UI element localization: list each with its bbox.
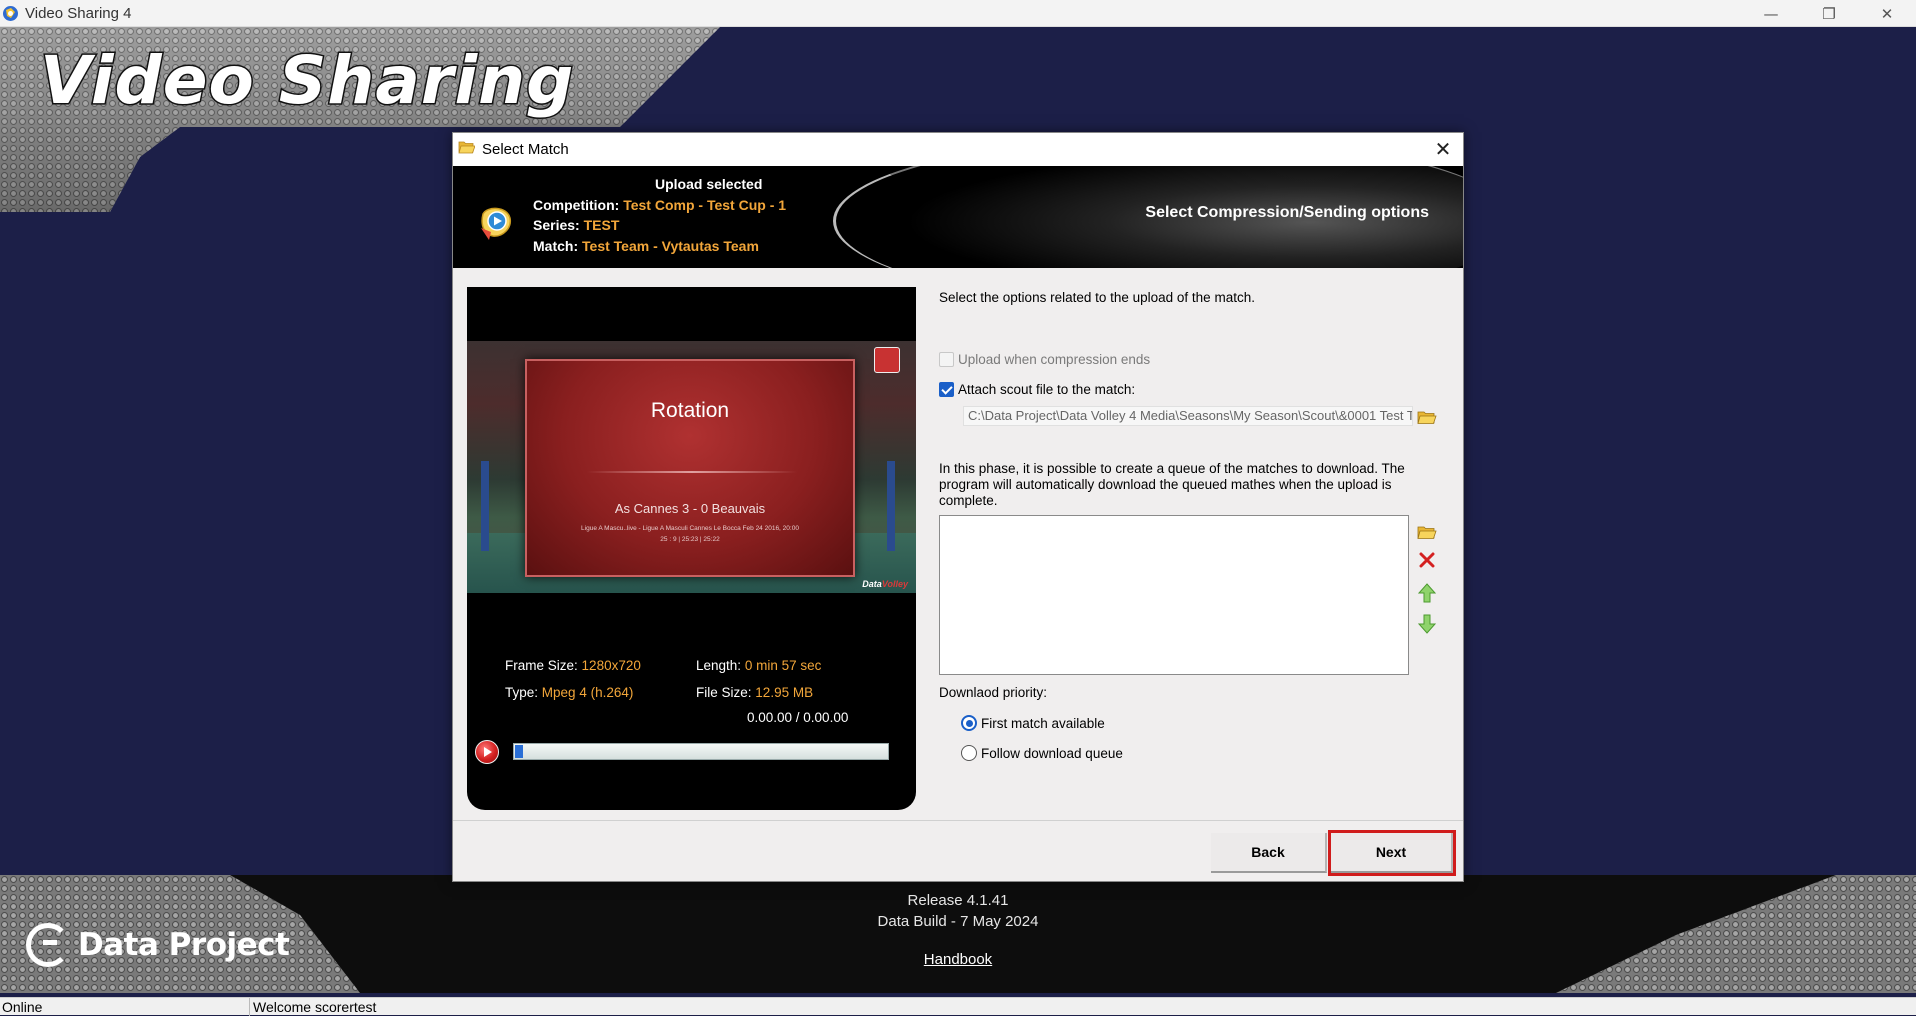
competition-value: Test Comp - Test Cup - 1 xyxy=(623,196,787,213)
upload-when-compression-ends-checkbox[interactable] xyxy=(939,352,954,367)
download-priority-label: Downlaod priority: xyxy=(939,685,1048,700)
datavolley-watermark: DataVolley xyxy=(862,579,908,589)
step-title: Select Compression/Sending options xyxy=(1145,204,1429,221)
first-match-available-label: First match available xyxy=(981,716,1105,731)
card-subtitle-line-1: Ligue A Mascu..live - Ligue A Masculi Ca… xyxy=(581,525,799,532)
series-row: Series: TEST xyxy=(533,215,786,236)
add-to-queue-button[interactable] xyxy=(1416,521,1438,543)
upload-when-compression-ends-label: Upload when compression ends xyxy=(958,352,1151,367)
match-value: Test Team - Vytautas Team xyxy=(582,237,759,254)
type-value: Mpeg 4 (h.264) xyxy=(541,685,634,700)
playback-time: 0.00.00 / 0.00.00 xyxy=(747,710,849,725)
dialog-footer-divider xyxy=(453,820,1463,821)
back-button[interactable]: Back xyxy=(1211,833,1327,873)
queue-description: In this phase, it is possible to create … xyxy=(939,461,1405,508)
net-pole-right xyxy=(887,461,895,551)
remove-from-queue-button[interactable] xyxy=(1416,549,1438,571)
length-label: Length: xyxy=(696,658,742,673)
upload-selected-label: Upload selected xyxy=(655,176,763,192)
video-thumbnail[interactable]: Rotation As Cannes 3 - 0 Beauvais Ligue … xyxy=(467,341,916,593)
move-down-button[interactable] xyxy=(1416,613,1438,635)
delete-x-icon xyxy=(1419,552,1435,568)
file-size-label: File Size: xyxy=(696,685,752,700)
card-divider xyxy=(587,471,797,473)
company-logo-icon xyxy=(26,923,70,967)
match-info: Upload selected Competition: Test Comp -… xyxy=(533,174,786,256)
arrow-down-icon xyxy=(1418,614,1436,634)
volleyball-badge-icon xyxy=(874,347,900,373)
watermark-part-b: Volley xyxy=(881,579,908,589)
arrow-up-icon xyxy=(1418,583,1436,603)
type-info: Type: Mpeg 4 (h.264) xyxy=(505,685,633,700)
follow-download-queue-label: Follow download queue xyxy=(981,746,1123,761)
status-separator xyxy=(249,998,250,1016)
app-logo: Video Sharing xyxy=(38,41,575,121)
handbook-link[interactable]: Handbook xyxy=(924,949,992,970)
playback-progress-bar[interactable] xyxy=(513,743,889,760)
follow-download-queue-radio[interactable] xyxy=(961,745,977,761)
frame-size-label: Frame Size: xyxy=(505,658,578,673)
file-size-value: 12.95 MB xyxy=(755,685,814,700)
company-logo: Data Project xyxy=(26,923,290,967)
file-size-info: File Size: 12.95 MB xyxy=(696,685,813,700)
release-info: Release 4.1.41 Data Build - 7 May 2024 H… xyxy=(858,890,1058,970)
match-label: Match: xyxy=(533,237,579,254)
dialog-header: Upload selected Competition: Test Comp -… xyxy=(453,166,1463,268)
connection-status: Online xyxy=(2,999,43,1015)
folder-open-icon xyxy=(458,141,475,154)
options-intro: Select the options related to the upload… xyxy=(939,290,1255,305)
move-up-button[interactable] xyxy=(1416,582,1438,604)
dialog-title: Select Match xyxy=(482,141,569,158)
select-match-dialog: Select Match ✕ Upload selected Competiti… xyxy=(452,132,1464,882)
browse-scout-file-folder-icon[interactable] xyxy=(1417,409,1437,425)
first-match-available-radio[interactable] xyxy=(961,715,977,731)
window-titlebar: Video Sharing 4 — ❐ ✕ xyxy=(0,0,1916,27)
data-build: Data Build - 7 May 2024 xyxy=(877,913,1039,930)
competition-label: Competition: xyxy=(533,196,620,213)
card-title: Rotation xyxy=(650,399,730,422)
carbon-footer-right xyxy=(1556,875,1916,993)
video-preview-panel: Rotation As Cannes 3 - 0 Beauvais Ligue … xyxy=(467,287,916,810)
minimize-button[interactable]: — xyxy=(1742,0,1800,27)
footer: Data Project Release 4.1.41 Data Build -… xyxy=(0,875,1916,993)
competition-row: Competition: Test Comp - Test Cup - 1 xyxy=(533,195,786,216)
next-button[interactable]: Next xyxy=(1328,830,1456,876)
video-share-icon xyxy=(481,207,512,240)
company-name: Data Project xyxy=(78,927,290,963)
frame-size-value: 1280x720 xyxy=(581,658,641,673)
net-pole-left xyxy=(481,461,489,551)
status-bar: Online Welcome scorertest xyxy=(0,997,1916,1016)
folder-icon xyxy=(1417,526,1437,539)
length-info: Length: 0 min 57 sec xyxy=(696,658,821,673)
watermark-part-a: Data xyxy=(862,579,882,589)
download-queue-list[interactable] xyxy=(939,515,1409,675)
card-subtitle-line-2: 25 : 9 | 25:23 | 25:22 xyxy=(660,536,720,543)
app-icon xyxy=(3,6,18,21)
dialog-titlebar: Select Match ✕ xyxy=(453,133,1463,166)
series-value: TEST xyxy=(583,217,620,233)
scout-file-path-input[interactable]: C:\Data Project\Data Volley 4 Media\Seas… xyxy=(963,406,1413,426)
dialog-close-button[interactable]: ✕ xyxy=(1431,137,1455,161)
restore-button[interactable]: ❐ xyxy=(1800,0,1858,27)
welcome-message: Welcome scorertest xyxy=(253,999,377,1015)
match-row: Match: Test Team - Vytautas Team xyxy=(533,236,786,257)
attach-scout-file-label: Attach scout file to the match: xyxy=(958,382,1136,397)
length-value: 0 min 57 sec xyxy=(744,658,822,673)
rotation-card: Rotation As Cannes 3 - 0 Beauvais Ligue … xyxy=(525,359,855,577)
card-score: As Cannes 3 - 0 Beauvais xyxy=(614,501,766,516)
play-button[interactable] xyxy=(475,740,499,764)
type-label: Type: xyxy=(505,685,539,700)
window-title: Video Sharing 4 xyxy=(25,5,132,22)
window-close-button[interactable]: ✕ xyxy=(1858,0,1916,27)
series-label: Series: xyxy=(533,217,580,233)
release-version: Release 4.1.41 xyxy=(907,892,1009,909)
progress-fill xyxy=(515,745,523,758)
card-subtitle: Ligue A Mascu..live - Ligue A Masculi Ca… xyxy=(527,523,853,545)
attach-scout-file-checkbox[interactable] xyxy=(939,382,954,397)
frame-size-info: Frame Size: 1280x720 xyxy=(505,658,641,673)
